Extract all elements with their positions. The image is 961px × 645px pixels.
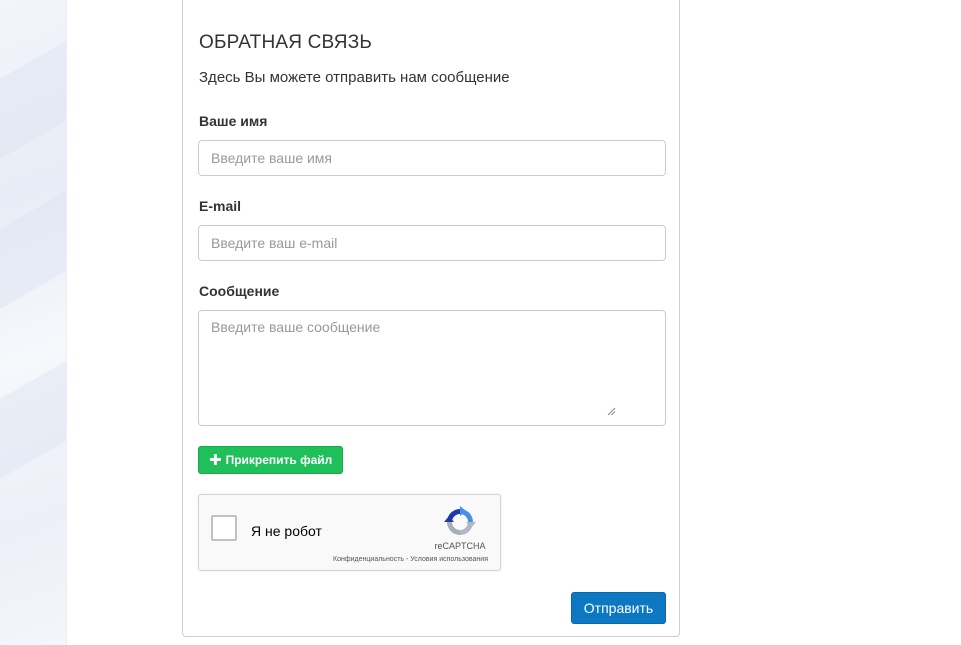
recaptcha-logo-icon bbox=[444, 506, 476, 535]
terms-link[interactable]: Условия использования bbox=[410, 556, 488, 563]
left-decorative-background bbox=[0, 0, 67, 645]
decorative-stripe bbox=[0, 40, 66, 160]
resize-handle-icon[interactable] bbox=[606, 406, 616, 416]
form-subtitle: Здесь Вы можете отправить нам сообщение bbox=[199, 69, 510, 86]
message-label: Сообщение bbox=[199, 283, 280, 299]
captcha-label: Я не робот bbox=[251, 523, 322, 539]
plus-icon: ✚ bbox=[209, 451, 222, 469]
attach-file-button[interactable]: ✚ Прикрепить файл bbox=[198, 446, 344, 474]
recaptcha-brand-text: reCAPTCHA bbox=[434, 541, 486, 551]
message-textarea[interactable] bbox=[198, 310, 666, 426]
captcha-checkbox[interactable] bbox=[211, 515, 237, 541]
recaptcha-widget: Я не робот reCAPTCHA Конфиденциальность … bbox=[198, 494, 501, 571]
email-label: E-mail bbox=[199, 198, 242, 214]
decorative-stripe bbox=[0, 360, 66, 480]
form-title: ОБРАТНАЯ СВЯЗЬ bbox=[199, 32, 373, 53]
email-input[interactable] bbox=[198, 225, 666, 261]
decorative-stripe bbox=[0, 190, 66, 310]
recaptcha-links: Конфиденциальность - Условия использован… bbox=[333, 556, 488, 563]
attach-file-label: Прикрепить файл bbox=[225, 453, 333, 467]
name-label: Ваше имя bbox=[199, 113, 268, 129]
feedback-form-panel: ОБРАТНАЯ СВЯЗЬ Здесь Вы можете отправить… bbox=[182, 0, 680, 637]
submit-button[interactable]: Отправить bbox=[571, 592, 666, 624]
name-input[interactable] bbox=[198, 140, 666, 176]
privacy-link[interactable]: Конфиденциальность bbox=[333, 556, 404, 563]
